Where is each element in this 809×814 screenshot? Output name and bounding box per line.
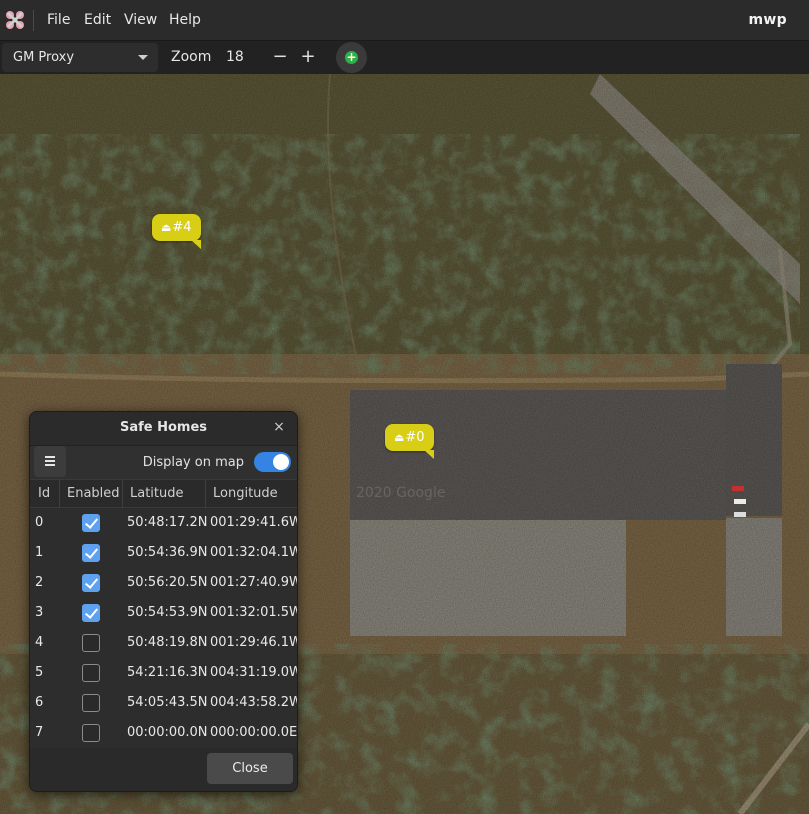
table-row[interactable]: 7 00:00:00.0N 000:00:00.0E bbox=[30, 718, 297, 748]
zoom-in-button[interactable]: + bbox=[295, 43, 321, 72]
window-title: mwp bbox=[748, 12, 787, 28]
chevron-down-icon bbox=[138, 55, 148, 60]
table-row[interactable]: 0 50:48:17.2N 001:29:41.6W bbox=[30, 508, 297, 538]
enabled-checkbox[interactable] bbox=[82, 514, 100, 532]
marker-label: #0 bbox=[405, 430, 425, 445]
table-header: Id Enabled Latitude Longitude bbox=[30, 479, 297, 508]
enabled-checkbox[interactable] bbox=[82, 724, 100, 742]
zoom-out-button[interactable]: − bbox=[267, 43, 293, 72]
row-id: 3 bbox=[35, 605, 44, 620]
row-longitude: 004:43:58.2W bbox=[210, 695, 298, 710]
display-on-map-label: Display on map bbox=[142, 455, 244, 470]
safe-homes-dialog: Safe Homes × Display on map Id Enabled L… bbox=[29, 411, 298, 792]
enabled-checkbox[interactable] bbox=[82, 604, 100, 622]
row-longitude: 000:00:00.0E bbox=[210, 725, 298, 740]
column-latitude[interactable]: Latitude bbox=[122, 480, 184, 508]
row-latitude: 50:56:20.5N bbox=[127, 575, 208, 590]
table-row[interactable]: 6 54:05:43.5N 004:43:58.2W bbox=[30, 688, 297, 718]
enabled-checkbox[interactable] bbox=[82, 694, 100, 712]
menu-file[interactable]: File bbox=[47, 0, 70, 41]
row-longitude: 001:27:40.9W bbox=[210, 575, 298, 590]
hamburger-menu-button[interactable] bbox=[34, 446, 66, 477]
dialog-title: Safe Homes bbox=[119, 420, 208, 435]
home-icon: ⏏ bbox=[161, 221, 172, 234]
row-id: 1 bbox=[35, 545, 44, 560]
row-latitude: 50:54:53.9N bbox=[127, 605, 208, 620]
marker-label: #4 bbox=[172, 220, 192, 235]
menu-edit[interactable]: Edit bbox=[84, 0, 111, 41]
row-id: 7 bbox=[35, 725, 44, 740]
menu-help[interactable]: Help bbox=[169, 0, 201, 41]
table-row[interactable]: 1 50:54:36.9N 001:32:04.1W bbox=[30, 538, 297, 568]
map-source-label: GM Proxy bbox=[13, 50, 75, 65]
title-bar: File Edit View Help mwp bbox=[0, 0, 809, 41]
dialog-header: Safe Homes × bbox=[30, 412, 297, 446]
safe-home-marker-0[interactable]: ⏏#0 bbox=[385, 424, 434, 459]
table-row[interactable]: 4 50:48:19.8N 001:29:46.1W bbox=[30, 628, 297, 658]
table-row[interactable]: 3 50:54:53.9N 001:32:01.5W bbox=[30, 598, 297, 628]
row-longitude: 001:29:46.1W bbox=[210, 635, 298, 650]
map-watermark: 2020 Google bbox=[356, 485, 445, 501]
dialog-footer: Close bbox=[30, 748, 297, 791]
row-id: 0 bbox=[35, 515, 44, 530]
row-latitude: 50:48:17.2N bbox=[127, 515, 208, 530]
menu-view[interactable]: View bbox=[124, 0, 157, 41]
enabled-checkbox[interactable] bbox=[82, 544, 100, 562]
zoom-value: 18 bbox=[226, 49, 244, 65]
row-id: 5 bbox=[35, 665, 44, 680]
row-latitude: 00:00:00.0N bbox=[127, 725, 208, 740]
row-longitude: 001:32:04.1W bbox=[210, 545, 298, 560]
row-latitude: 50:48:19.8N bbox=[127, 635, 208, 650]
column-id[interactable]: Id bbox=[38, 480, 50, 508]
home-icon: ⏏ bbox=[394, 431, 405, 444]
close-icon[interactable]: × bbox=[269, 412, 289, 443]
row-id: 6 bbox=[35, 695, 44, 710]
switch-knob bbox=[273, 454, 289, 470]
close-button[interactable]: Close bbox=[207, 753, 293, 784]
column-enabled[interactable]: Enabled bbox=[59, 480, 120, 508]
toolbar: GM Proxy Zoom 18 − + + bbox=[0, 41, 809, 74]
table-row[interactable]: 2 50:56:20.5N 001:27:40.9W bbox=[30, 568, 297, 598]
display-on-map-switch[interactable] bbox=[254, 452, 291, 472]
zoom-label: Zoom bbox=[171, 49, 212, 65]
app-logo-icon[interactable] bbox=[4, 9, 26, 31]
row-longitude: 001:29:41.6W bbox=[210, 515, 298, 530]
safe-home-marker-4[interactable]: ⏏#4 bbox=[152, 214, 201, 249]
row-longitude: 004:31:19.0W bbox=[210, 665, 298, 680]
add-button[interactable]: + bbox=[336, 42, 367, 73]
row-latitude: 54:21:16.3N bbox=[127, 665, 208, 680]
map-source-combo[interactable]: GM Proxy bbox=[2, 43, 158, 72]
row-latitude: 50:54:36.9N bbox=[127, 545, 208, 560]
zoom-field[interactable]: 18 bbox=[218, 43, 268, 72]
menu-separator bbox=[33, 10, 34, 31]
row-latitude: 54:05:43.5N bbox=[127, 695, 208, 710]
row-longitude: 001:32:01.5W bbox=[210, 605, 298, 620]
safe-homes-table: 0 50:48:17.2N 001:29:41.6W 1 50:54:36.9N… bbox=[30, 508, 297, 748]
enabled-checkbox[interactable] bbox=[82, 634, 100, 652]
column-longitude[interactable]: Longitude bbox=[205, 480, 278, 508]
row-id: 4 bbox=[35, 635, 44, 650]
row-id: 2 bbox=[35, 575, 44, 590]
table-row[interactable]: 5 54:21:16.3N 004:31:19.0W bbox=[30, 658, 297, 688]
enabled-checkbox[interactable] bbox=[82, 664, 100, 682]
add-icon: + bbox=[345, 50, 358, 64]
enabled-checkbox[interactable] bbox=[82, 574, 100, 592]
